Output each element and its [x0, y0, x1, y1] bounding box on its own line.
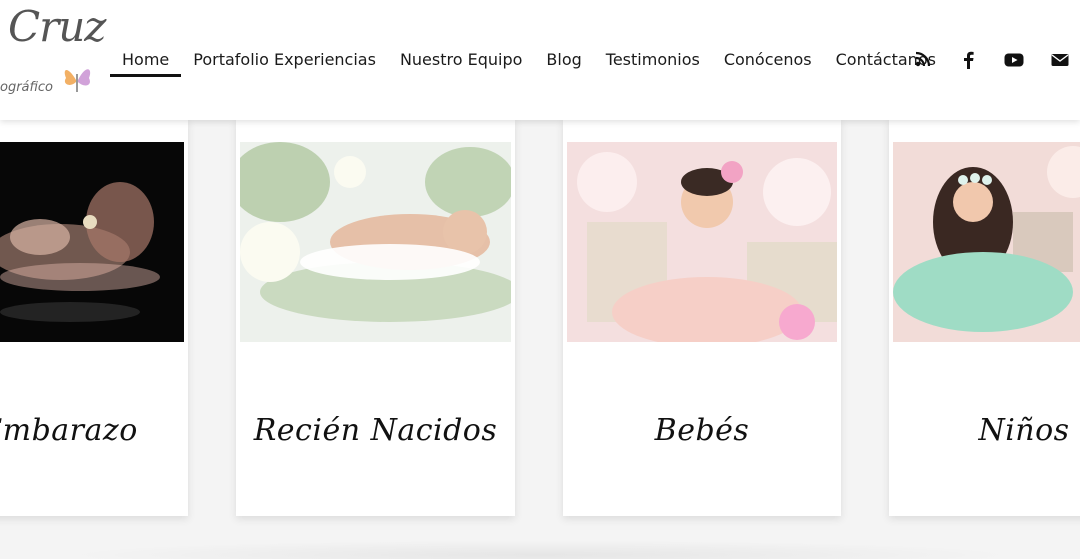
footer-shadow — [60, 540, 1020, 559]
social-icons — [912, 0, 1070, 120]
logo-script-text: Cruz — [8, 2, 106, 51]
category-card-embarazo[interactable]: Embarazo — [0, 118, 188, 516]
card-title: Recién Nacidos — [253, 413, 498, 448]
nav-conocenos[interactable]: Conócenos — [712, 43, 824, 77]
pregnancy-photo[interactable] — [0, 142, 184, 342]
nav-testimonios[interactable]: Testimonios — [594, 43, 712, 77]
nav-nuestro-equipo[interactable]: Nuestro Equipo — [388, 43, 534, 77]
nav-home[interactable]: Home — [110, 43, 182, 77]
butterfly-icon — [64, 69, 91, 92]
card-title: Embarazo — [0, 413, 138, 448]
nav-blog[interactable]: Blog — [534, 43, 593, 77]
facebook-icon[interactable] — [958, 50, 978, 70]
site-header: Cruz ográfico Home Portafolio Experienci… — [0, 0, 1080, 120]
category-card-bebes[interactable]: Bebés — [563, 118, 841, 516]
main-nav: Home Portafolio Experiencias Nuestro Equ… — [110, 0, 948, 120]
youtube-icon[interactable] — [1004, 50, 1024, 70]
child-photo[interactable] — [893, 142, 1080, 342]
card-title: Niños — [978, 413, 1070, 448]
email-icon[interactable] — [1050, 50, 1070, 70]
newborn-photo[interactable] — [240, 142, 511, 342]
baby-photo[interactable] — [567, 142, 837, 342]
site-logo[interactable]: Cruz ográfico — [0, 0, 110, 110]
logo-subtitle: ográfico — [0, 80, 54, 95]
category-card-ninos[interactable]: Niños — [889, 118, 1080, 516]
blog-icon[interactable] — [912, 50, 932, 70]
category-card-recien-nacidos[interactable]: Recién Nacidos — [236, 118, 515, 516]
card-title: Bebés — [654, 413, 750, 448]
nav-portafolio-experiencias[interactable]: Portafolio Experiencias — [181, 43, 388, 77]
